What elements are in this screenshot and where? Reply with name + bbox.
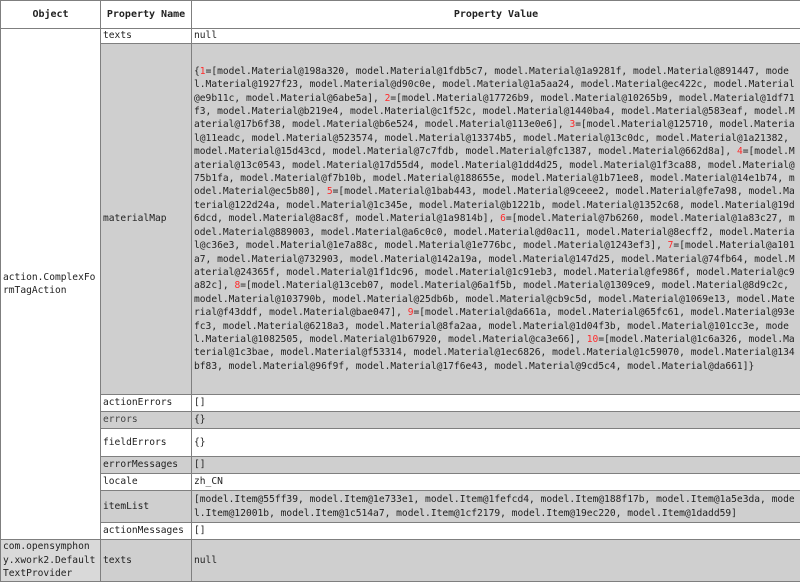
- property-name-materialmap: materialMap: [100, 43, 192, 395]
- map-close-brace: }: [748, 360, 755, 372]
- property-name-header: Property Name: [100, 0, 192, 29]
- property-value-fielderrors: {}: [191, 428, 800, 457]
- property-name-locale: locale: [100, 473, 192, 491]
- map-entry-key: 10: [586, 333, 599, 345]
- property-value-texts: null: [191, 539, 800, 582]
- property-value-materialmap: {1=[model.Material@198a320, model.Materi…: [191, 43, 800, 395]
- property-value-actionerrors: []: [191, 394, 800, 412]
- property-name-errors: errors: [100, 411, 192, 429]
- object-name-cell: com.opensymphony.xwork2.DefaultTextProvi…: [0, 539, 101, 582]
- property-value-locale: zh_CN: [191, 473, 800, 491]
- property-name-actionerrors: actionErrors: [100, 394, 192, 412]
- property-name-errormessages: errorMessages: [100, 456, 192, 474]
- property-table: Object Property Name Property Value acti…: [0, 0, 800, 582]
- object-name-cell: action.ComplexFormTagAction: [0, 28, 101, 540]
- object-header: Object: [0, 0, 101, 29]
- property-value-header: Property Value: [191, 0, 800, 29]
- property-name-texts: texts: [100, 539, 192, 582]
- property-value-errormessages: []: [191, 456, 800, 474]
- property-value-texts: null: [191, 28, 800, 44]
- property-name-fielderrors: fieldErrors: [100, 428, 192, 457]
- property-name-itemlist: itemList: [100, 490, 192, 523]
- property-name-texts: texts: [100, 28, 192, 44]
- property-value-itemlist: [model.Item@55ff39, model.Item@1e733e1, …: [191, 490, 800, 523]
- property-value-actionmessages: []: [191, 522, 800, 540]
- property-value-errors: {}: [191, 411, 800, 429]
- property-name-actionmessages: actionMessages: [100, 522, 192, 540]
- map-entries: 1=[model.Material@198a320, model.Materia…: [194, 66, 795, 372]
